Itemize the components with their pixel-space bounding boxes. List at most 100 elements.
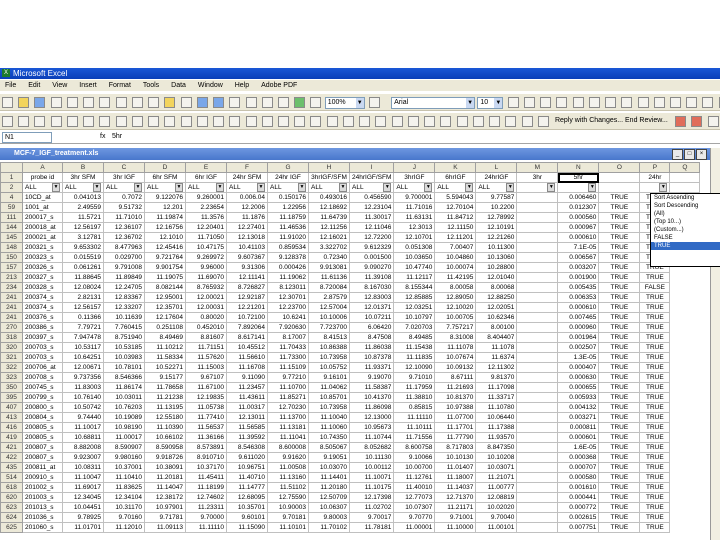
- data-cell[interactable]: 9.10066: [393, 452, 436, 463]
- data-cell[interactable]: 9.653302: [62, 242, 104, 253]
- data-cell[interactable]: 9.19070: [348, 372, 395, 383]
- data-cell[interactable]: 0.000601: [557, 432, 600, 443]
- data-cell[interactable]: 201060_s: [22, 522, 63, 533]
- row-header[interactable]: 407: [0, 402, 23, 413]
- data-cell[interactable]: 8.573891: [185, 442, 227, 453]
- data-cell[interactable]: 11.86174: [103, 382, 145, 393]
- data-cell[interactable]: [516, 382, 559, 393]
- data-cell[interactable]: 8.17007: [267, 332, 309, 343]
- data-cell[interactable]: 0.000655: [557, 382, 600, 393]
- data-cell[interactable]: 10.97388: [434, 402, 477, 413]
- data-cell[interactable]: 12.38172: [144, 492, 186, 503]
- data-cell[interactable]: 10.2200: [475, 202, 518, 213]
- data-cell[interactable]: 12.11141: [226, 272, 268, 283]
- filter-cell[interactable]: [598, 182, 641, 193]
- data-cell[interactable]: 10.74350: [308, 432, 350, 443]
- data-cell[interactable]: 0.000610: [557, 232, 600, 243]
- data-cell[interactable]: 0.000441: [557, 492, 600, 503]
- column-header[interactable]: B: [62, 162, 104, 173]
- data-cell[interactable]: 0.72340: [308, 252, 350, 263]
- data-cell[interactable]: 0.000967: [557, 222, 600, 233]
- data-cell[interactable]: 0.007465: [557, 312, 600, 323]
- column-header[interactable]: C: [103, 162, 145, 173]
- function-icon[interactable]: fx: [100, 131, 105, 143]
- column-header[interactable]: A: [22, 162, 63, 173]
- data-cell[interactable]: 11.71050: [185, 232, 227, 243]
- menu-file[interactable]: File: [0, 82, 21, 89]
- data-cell[interactable]: 12.36702: [103, 232, 145, 243]
- data-cell[interactable]: 0.000560: [557, 212, 600, 223]
- data-cell[interactable]: 200327_s: [22, 272, 63, 283]
- data-cell[interactable]: FALSE: [639, 282, 671, 293]
- data-cell[interactable]: 10.41370: [348, 392, 395, 403]
- autofilter-arrow-icon[interactable]: ▼: [465, 183, 474, 192]
- data-cell[interactable]: 10.98190: [103, 422, 145, 433]
- data-cell[interactable]: 11.17098: [475, 382, 518, 393]
- data-cell[interactable]: 12.08024: [62, 282, 104, 293]
- data-cell[interactable]: 12.201: [144, 202, 186, 213]
- data-cell[interactable]: 10.06440: [475, 412, 518, 423]
- data-cell[interactable]: TRUE: [598, 202, 641, 213]
- data-cell[interactable]: 200386_s: [22, 322, 63, 333]
- data-cell[interactable]: 12.10090: [393, 362, 436, 373]
- column-header[interactable]: E: [185, 162, 227, 173]
- data-cell[interactable]: 11.39108: [348, 272, 395, 283]
- data-cell[interactable]: 11.15438: [393, 342, 436, 353]
- data-cell[interactable]: 11.10212: [144, 342, 186, 353]
- data-cell[interactable]: 11.04062: [308, 382, 350, 393]
- data-cell[interactable]: 10.81370: [434, 392, 477, 403]
- data-cell[interactable]: 11.10780: [475, 402, 518, 413]
- data-cell[interactable]: 10.41103: [226, 242, 268, 253]
- data-cell[interactable]: 0.002507: [557, 342, 600, 353]
- menu-tools[interactable]: Tools: [138, 82, 164, 89]
- row-header[interactable]: 148: [0, 242, 23, 253]
- data-cell[interactable]: 11.12761: [393, 472, 436, 483]
- toolbar-icon-25[interactable]: [391, 116, 403, 127]
- data-cell[interactable]: TRUE: [598, 482, 641, 493]
- minimize-icon[interactable]: _: [672, 149, 683, 160]
- drawing-icon[interactable]: [310, 97, 322, 108]
- data-cell[interactable]: 11.00017: [103, 432, 145, 443]
- data-cell[interactable]: [516, 352, 559, 363]
- data-cell[interactable]: 7.00407: [434, 242, 477, 253]
- toolbar-icon-33[interactable]: [521, 116, 533, 127]
- data-cell[interactable]: 8.00058: [434, 282, 477, 293]
- data-cell[interactable]: 200804_s: [22, 412, 63, 423]
- data-cell[interactable]: 200910_s: [22, 472, 63, 483]
- data-cell[interactable]: 12.10020: [434, 302, 477, 313]
- data-cell[interactable]: [516, 452, 559, 463]
- data-cell[interactable]: 9.77587: [475, 192, 518, 203]
- data-cell[interactable]: 200708_s: [22, 372, 63, 383]
- data-cell[interactable]: 8.910710: [185, 452, 227, 463]
- data-cell[interactable]: 12.11046: [348, 222, 395, 233]
- header-cell[interactable]: 24hr: [639, 172, 671, 183]
- row-header[interactable]: 350: [0, 382, 23, 393]
- data-cell[interactable]: 10.10130: [434, 452, 477, 463]
- data-cell[interactable]: 200807_s: [22, 452, 63, 463]
- data-cell[interactable]: 201036_s: [22, 512, 63, 523]
- data-cell[interactable]: 9.78925: [62, 512, 104, 523]
- column-header[interactable]: O: [598, 162, 641, 173]
- data-cell[interactable]: 11.30017: [348, 212, 395, 223]
- data-cell[interactable]: 0.001500: [348, 252, 395, 263]
- data-cell[interactable]: 10.00705: [434, 312, 477, 323]
- data-cell[interactable]: 11.10390: [144, 422, 186, 433]
- data-cell[interactable]: 10.85701: [308, 392, 350, 403]
- data-cell[interactable]: 11.10101: [267, 522, 309, 533]
- data-cell[interactable]: 11.86098: [348, 402, 395, 413]
- header-cell[interactable]: 3hr: [516, 172, 559, 183]
- data-cell[interactable]: 11.69017: [62, 482, 104, 493]
- data-cell[interactable]: TRUE: [598, 362, 641, 373]
- data-cell[interactable]: 11.05738: [185, 402, 227, 413]
- menu-format[interactable]: Format: [104, 82, 136, 89]
- filter-cell[interactable]: ALL ▼: [22, 182, 63, 193]
- data-cell[interactable]: 11.17959: [393, 382, 436, 393]
- data-cell[interactable]: 12.00031: [185, 302, 227, 313]
- toolbar-icon-5[interactable]: [66, 116, 78, 127]
- data-cell[interactable]: 11.00001: [393, 522, 436, 533]
- data-cell[interactable]: 11.15090: [226, 522, 268, 533]
- data-cell[interactable]: 10.03650: [393, 252, 436, 263]
- row-header[interactable]: 435: [0, 462, 23, 473]
- decrease-decimal-icon[interactable]: [686, 97, 698, 108]
- data-cell[interactable]: 11.1078: [475, 342, 518, 353]
